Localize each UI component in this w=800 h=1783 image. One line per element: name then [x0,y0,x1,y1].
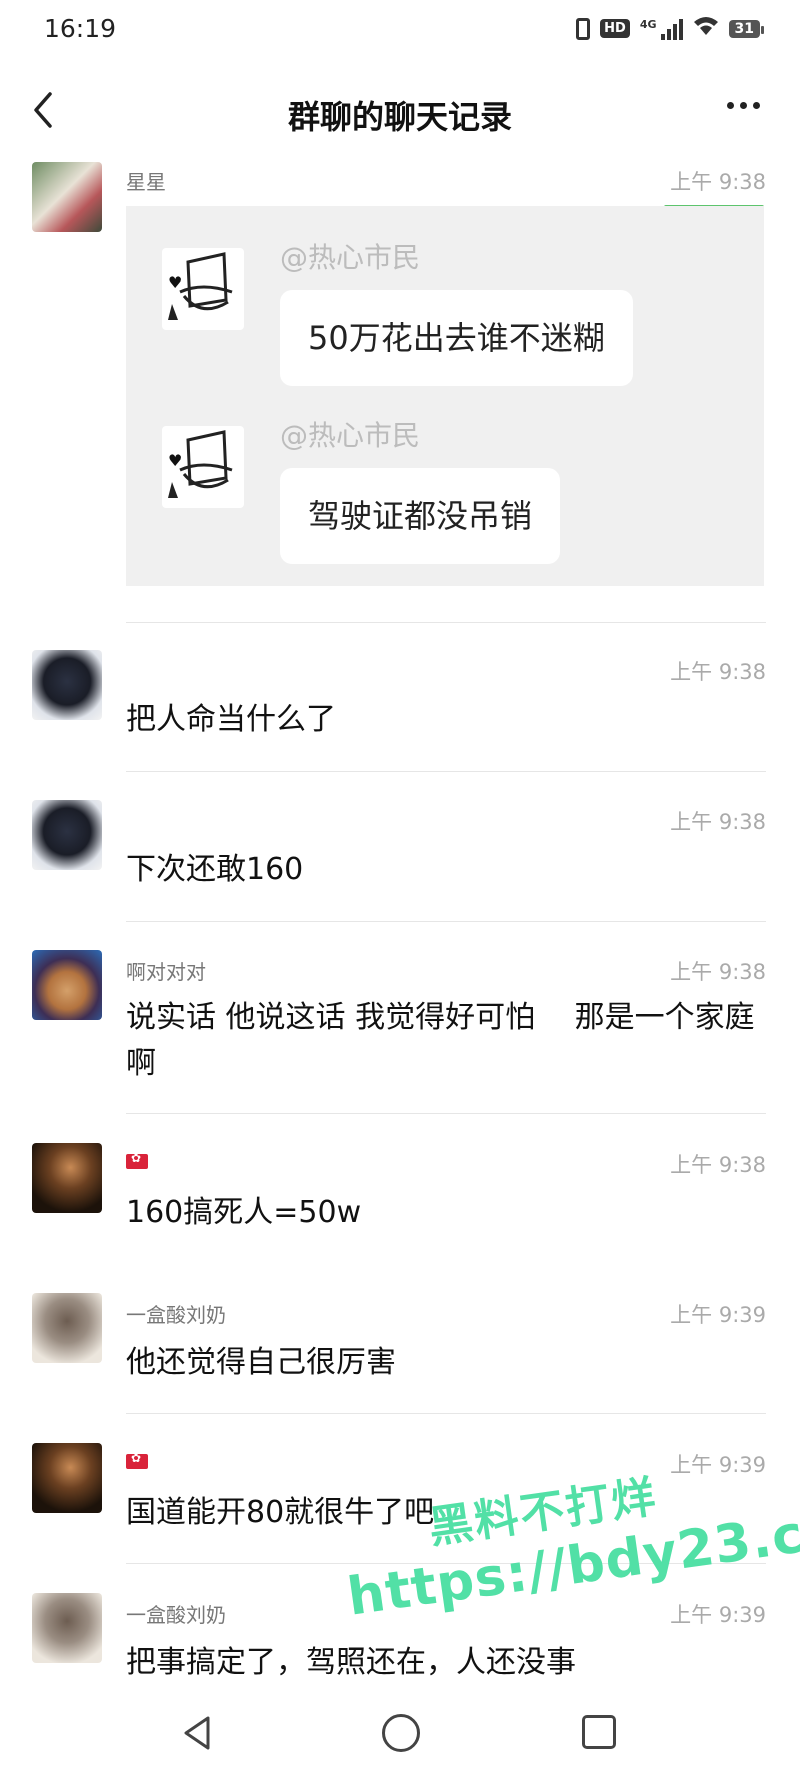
flag-icon [126,1151,148,1169]
network-type: 4G [639,17,657,31]
more-options-icon[interactable] [727,102,760,109]
sender-name: 星星 [126,170,166,194]
message-text: 把人命当什么了 [126,702,336,737]
message-time: 上午 9:38 [670,1153,766,1177]
sender-name: 一盒酸刘奶 [126,1603,226,1627]
quoted-sender-name: @热心市民 [280,241,421,274]
system-nav-bar [0,1690,800,1783]
avatar[interactable] [32,162,102,232]
forwarded-chat-card[interactable]: ♥ @热心市民 50万花出去谁不迷糊 ♥ @热心市民 驾驶证都没吊销 [126,206,764,586]
status-time: 16:19 [44,14,117,43]
nav-home-icon[interactable] [382,1714,420,1752]
avatar: ♥ [162,248,244,330]
message-time: 上午 9:38 [670,810,766,834]
svg-text:♥: ♥ [168,451,182,470]
message-text: 说实话 他说这话 我觉得好可怕 那是一个家庭啊 [126,1000,755,1081]
sender-name: 啊对对对 [126,960,206,984]
top-bar: 群聊的聊天记录 [0,70,800,150]
signal-icon: 4G [640,18,683,40]
avatar[interactable] [32,950,102,1020]
message-time: 上午 9:38 [670,660,766,684]
divider [126,622,766,623]
message-time: 上午 9:38 [670,960,766,984]
avatar[interactable] [32,1143,102,1213]
message-text: 把事搞定了，驾照还在，人还没事 [126,1645,576,1680]
avatar[interactable] [32,650,102,720]
divider [126,1413,766,1414]
sender-name: 一盒酸刘奶 [126,1303,226,1327]
svg-text:♥: ♥ [168,273,182,292]
battery-icon: 31 [728,19,765,38]
divider [126,771,766,772]
divider [126,921,766,922]
message-text: 下次还敢160 [126,852,304,887]
divider [126,1113,766,1114]
wifi-icon [693,15,719,42]
nav-back-icon[interactable] [180,1714,214,1752]
avatar[interactable] [32,1443,102,1513]
avatar[interactable] [32,1293,102,1363]
message-time: 上午 9:38 [670,170,766,194]
page-title: 群聊的聊天记录 [287,98,512,136]
hd-icon: HD [600,19,630,38]
avatar[interactable] [32,800,102,870]
quoted-message-bubble: 50万花出去谁不迷糊 [280,290,633,386]
flag-icon [126,1451,148,1469]
vibrate-icon [576,17,591,40]
message-time: 上午 9:39 [670,1303,766,1327]
nav-recents-icon[interactable] [582,1715,616,1749]
status-bar: 16:19 HD 4G 31 [0,0,800,62]
message-text: 他还觉得自己很厉害 [126,1345,396,1380]
quoted-message-bubble: 驾驶证都没吊销 [280,468,561,564]
avatar[interactable] [32,1593,102,1663]
avatar: ♥ [162,426,244,508]
message-text: 160搞死人=50w [126,1195,362,1230]
message-time: 上午 9:39 [670,1603,766,1627]
quoted-sender-name: @热心市民 [280,419,421,452]
status-icons: HD 4G 31 [576,15,765,42]
